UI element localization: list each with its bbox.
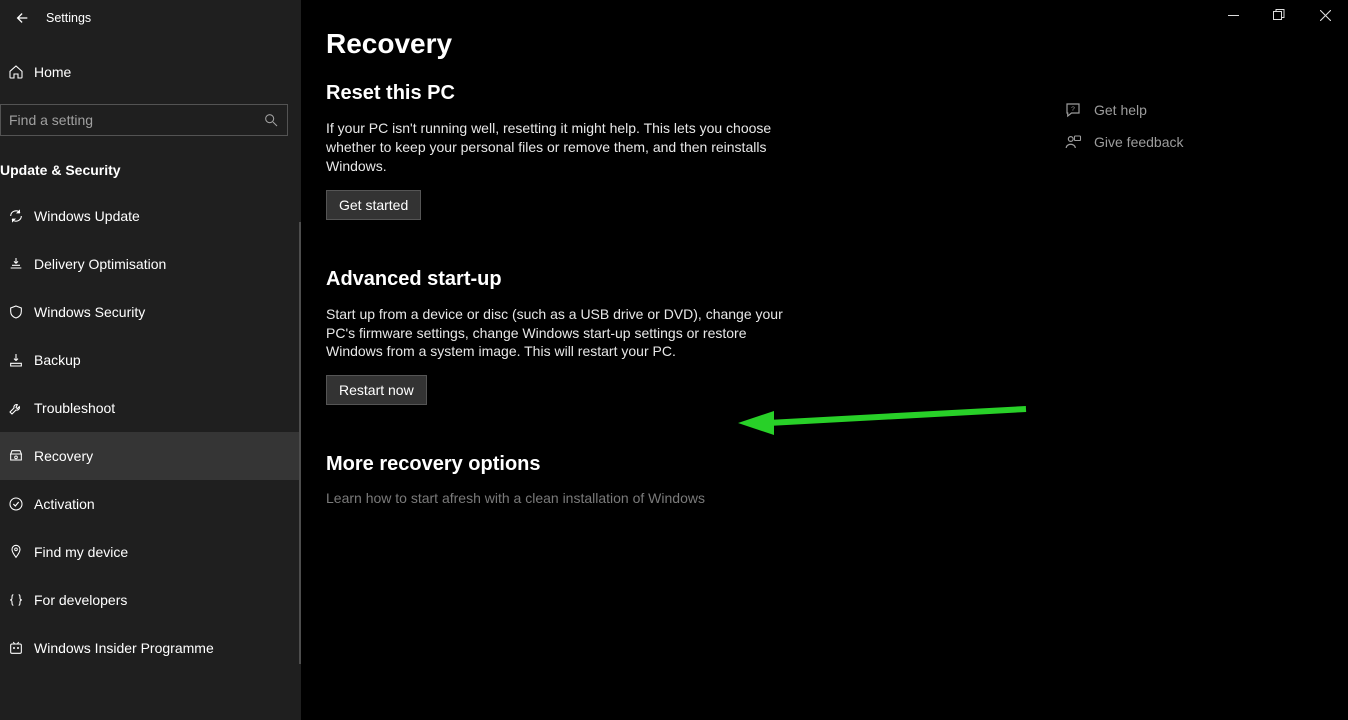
advanced-body: Start up from a device or disc (such as … — [326, 305, 796, 362]
sidebar-item-activation[interactable]: Activation — [0, 480, 301, 528]
backup-icon — [4, 352, 28, 368]
sidebar-category: Update & Security — [0, 162, 301, 178]
feedback-person-icon — [1062, 133, 1084, 151]
sidebar-item-label: Windows Update — [34, 208, 140, 224]
search-input[interactable] — [0, 104, 288, 136]
shield-icon — [4, 304, 28, 320]
maximize-icon — [1273, 9, 1285, 21]
sidebar-item-label: Find my device — [34, 544, 128, 560]
restart-now-button[interactable]: Restart now — [326, 375, 427, 405]
sidebar-item-insider-programme[interactable]: Windows Insider Programme — [0, 624, 301, 672]
sidebar-home[interactable]: Home — [0, 50, 301, 94]
sidebar-item-label: Windows Insider Programme — [34, 640, 214, 656]
home-icon — [4, 64, 28, 80]
page-title: Recovery — [326, 28, 1348, 60]
get-help-link[interactable]: ? Get help — [1062, 94, 1322, 126]
sidebar-item-windows-security[interactable]: Windows Security — [0, 288, 301, 336]
sidebar-item-label: Backup — [34, 352, 81, 368]
sidebar-item-label: For developers — [34, 592, 127, 608]
more-heading: More recovery options — [326, 453, 1348, 476]
svg-text:?: ? — [1071, 106, 1075, 113]
sidebar-item-recovery[interactable]: Recovery — [0, 432, 301, 480]
sidebar-item-label: Recovery — [34, 448, 93, 464]
check-circle-icon — [4, 496, 28, 512]
sidebar-nav: Windows Update Delivery Optimisation Win… — [0, 192, 301, 672]
aside-label: Give feedback — [1094, 134, 1184, 150]
sidebar-item-find-my-device[interactable]: Find my device — [0, 528, 301, 576]
fresh-install-link[interactable]: Learn how to start afresh with a clean i… — [326, 490, 705, 506]
sidebar-item-windows-update[interactable]: Windows Update — [0, 192, 301, 240]
search-input-field[interactable] — [9, 112, 263, 128]
window-title: Settings — [46, 11, 91, 25]
aside-links: ? Get help Give feedback — [1062, 94, 1322, 158]
sidebar-item-backup[interactable]: Backup — [0, 336, 301, 384]
sync-icon — [4, 208, 28, 224]
aside-label: Get help — [1094, 102, 1147, 118]
minimize-icon — [1228, 10, 1239, 21]
arrow-left-icon — [14, 10, 30, 26]
give-feedback-link[interactable]: Give feedback — [1062, 126, 1322, 158]
main-content: Recovery Reset this PC If your PC isn't … — [302, 0, 1348, 720]
window-controls — [1210, 0, 1348, 30]
sidebar-item-troubleshoot[interactable]: Troubleshoot — [0, 384, 301, 432]
advanced-heading: Advanced start-up — [326, 268, 1348, 291]
windows-insider-icon — [4, 640, 28, 656]
location-pin-icon — [4, 544, 28, 560]
sidebar-item-label: Delivery Optimisation — [34, 256, 166, 272]
sidebar: Settings Home Update & Security — [0, 0, 302, 720]
search-icon — [263, 112, 279, 128]
sidebar-item-label: Windows Security — [34, 304, 145, 320]
sidebar-item-for-developers[interactable]: For developers — [0, 576, 301, 624]
close-button[interactable] — [1302, 0, 1348, 30]
help-bubble-icon: ? — [1062, 101, 1084, 119]
reset-body: If your PC isn't running well, resetting… — [326, 119, 796, 176]
close-icon — [1320, 10, 1331, 21]
sidebar-item-label: Troubleshoot — [34, 400, 115, 416]
maximize-button[interactable] — [1256, 0, 1302, 30]
minimize-button[interactable] — [1210, 0, 1256, 30]
sidebar-scrollbar[interactable] — [299, 222, 301, 664]
code-braces-icon — [4, 592, 28, 608]
download-queue-icon — [4, 256, 28, 272]
sidebar-item-label: Activation — [34, 496, 95, 512]
recovery-icon — [4, 448, 28, 464]
get-started-button[interactable]: Get started — [326, 190, 421, 220]
sidebar-home-label: Home — [34, 64, 71, 80]
sidebar-item-delivery-optimisation[interactable]: Delivery Optimisation — [0, 240, 301, 288]
wrench-icon — [4, 400, 28, 416]
back-button[interactable] — [8, 4, 36, 32]
